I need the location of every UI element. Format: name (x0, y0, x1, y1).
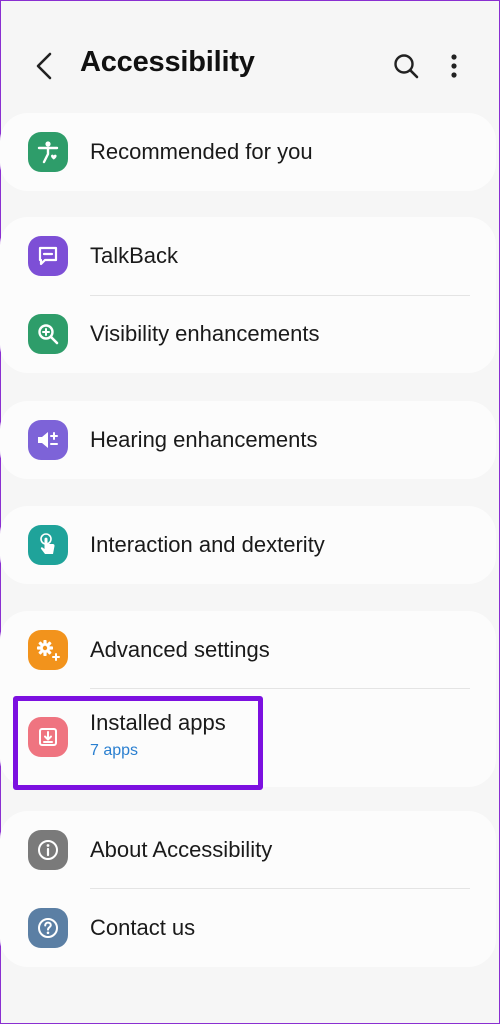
app-bar: Accessibility (0, 0, 500, 105)
settings-group-vision: TalkBack Visibility enhancements (0, 217, 496, 373)
more-vertical-icon (450, 53, 458, 84)
list-item-label: Recommended for you (90, 139, 313, 164)
magnifier-plus-icon (28, 314, 68, 354)
accessibility-person-icon (28, 132, 68, 172)
list-item-visibility-enhancements[interactable]: Visibility enhancements (0, 295, 496, 373)
question-icon (28, 908, 68, 948)
search-icon (392, 52, 420, 85)
list-item-label: Contact us (90, 915, 196, 940)
list-item-advanced-settings[interactable]: Advanced settings (0, 611, 496, 689)
list-item-label: Advanced settings (90, 637, 270, 662)
more-options-button[interactable] (438, 50, 470, 86)
chat-bubble-icon (28, 236, 68, 276)
back-arrow-icon (33, 51, 55, 86)
list-item-recommended-for-you[interactable]: Recommended for you (0, 113, 496, 191)
list-item-contact-us[interactable]: Contact us (0, 889, 496, 967)
list-item-label: About Accessibility (90, 837, 273, 862)
list-item-label: Interaction and dexterity (90, 532, 325, 557)
list-item-label: Hearing enhancements (90, 427, 318, 452)
highlight-box (13, 696, 263, 790)
list-item-label: TalkBack (90, 243, 179, 268)
settings-group-about: About Accessibility Contact us (0, 811, 496, 967)
info-icon (28, 830, 68, 870)
search-button[interactable] (388, 50, 424, 86)
settings-group-recommended: Recommended for you (0, 113, 496, 191)
list-item-talkback[interactable]: TalkBack (0, 217, 496, 295)
back-button[interactable] (26, 48, 62, 88)
list-item-interaction-and-dexterity[interactable]: Interaction and dexterity (0, 506, 496, 584)
list-item-label: Visibility enhancements (90, 321, 320, 346)
touch-hand-icon (28, 525, 68, 565)
speaker-plus-minus-icon (28, 420, 68, 460)
list-item-about-accessibility[interactable]: About Accessibility (0, 811, 496, 889)
page-title: Accessibility (80, 46, 255, 78)
settings-group-interaction: Interaction and dexterity (0, 506, 496, 584)
settings-group-hearing: Hearing enhancements (0, 401, 496, 479)
list-item-hearing-enhancements[interactable]: Hearing enhancements (0, 401, 496, 479)
gear-plus-icon (28, 630, 68, 670)
